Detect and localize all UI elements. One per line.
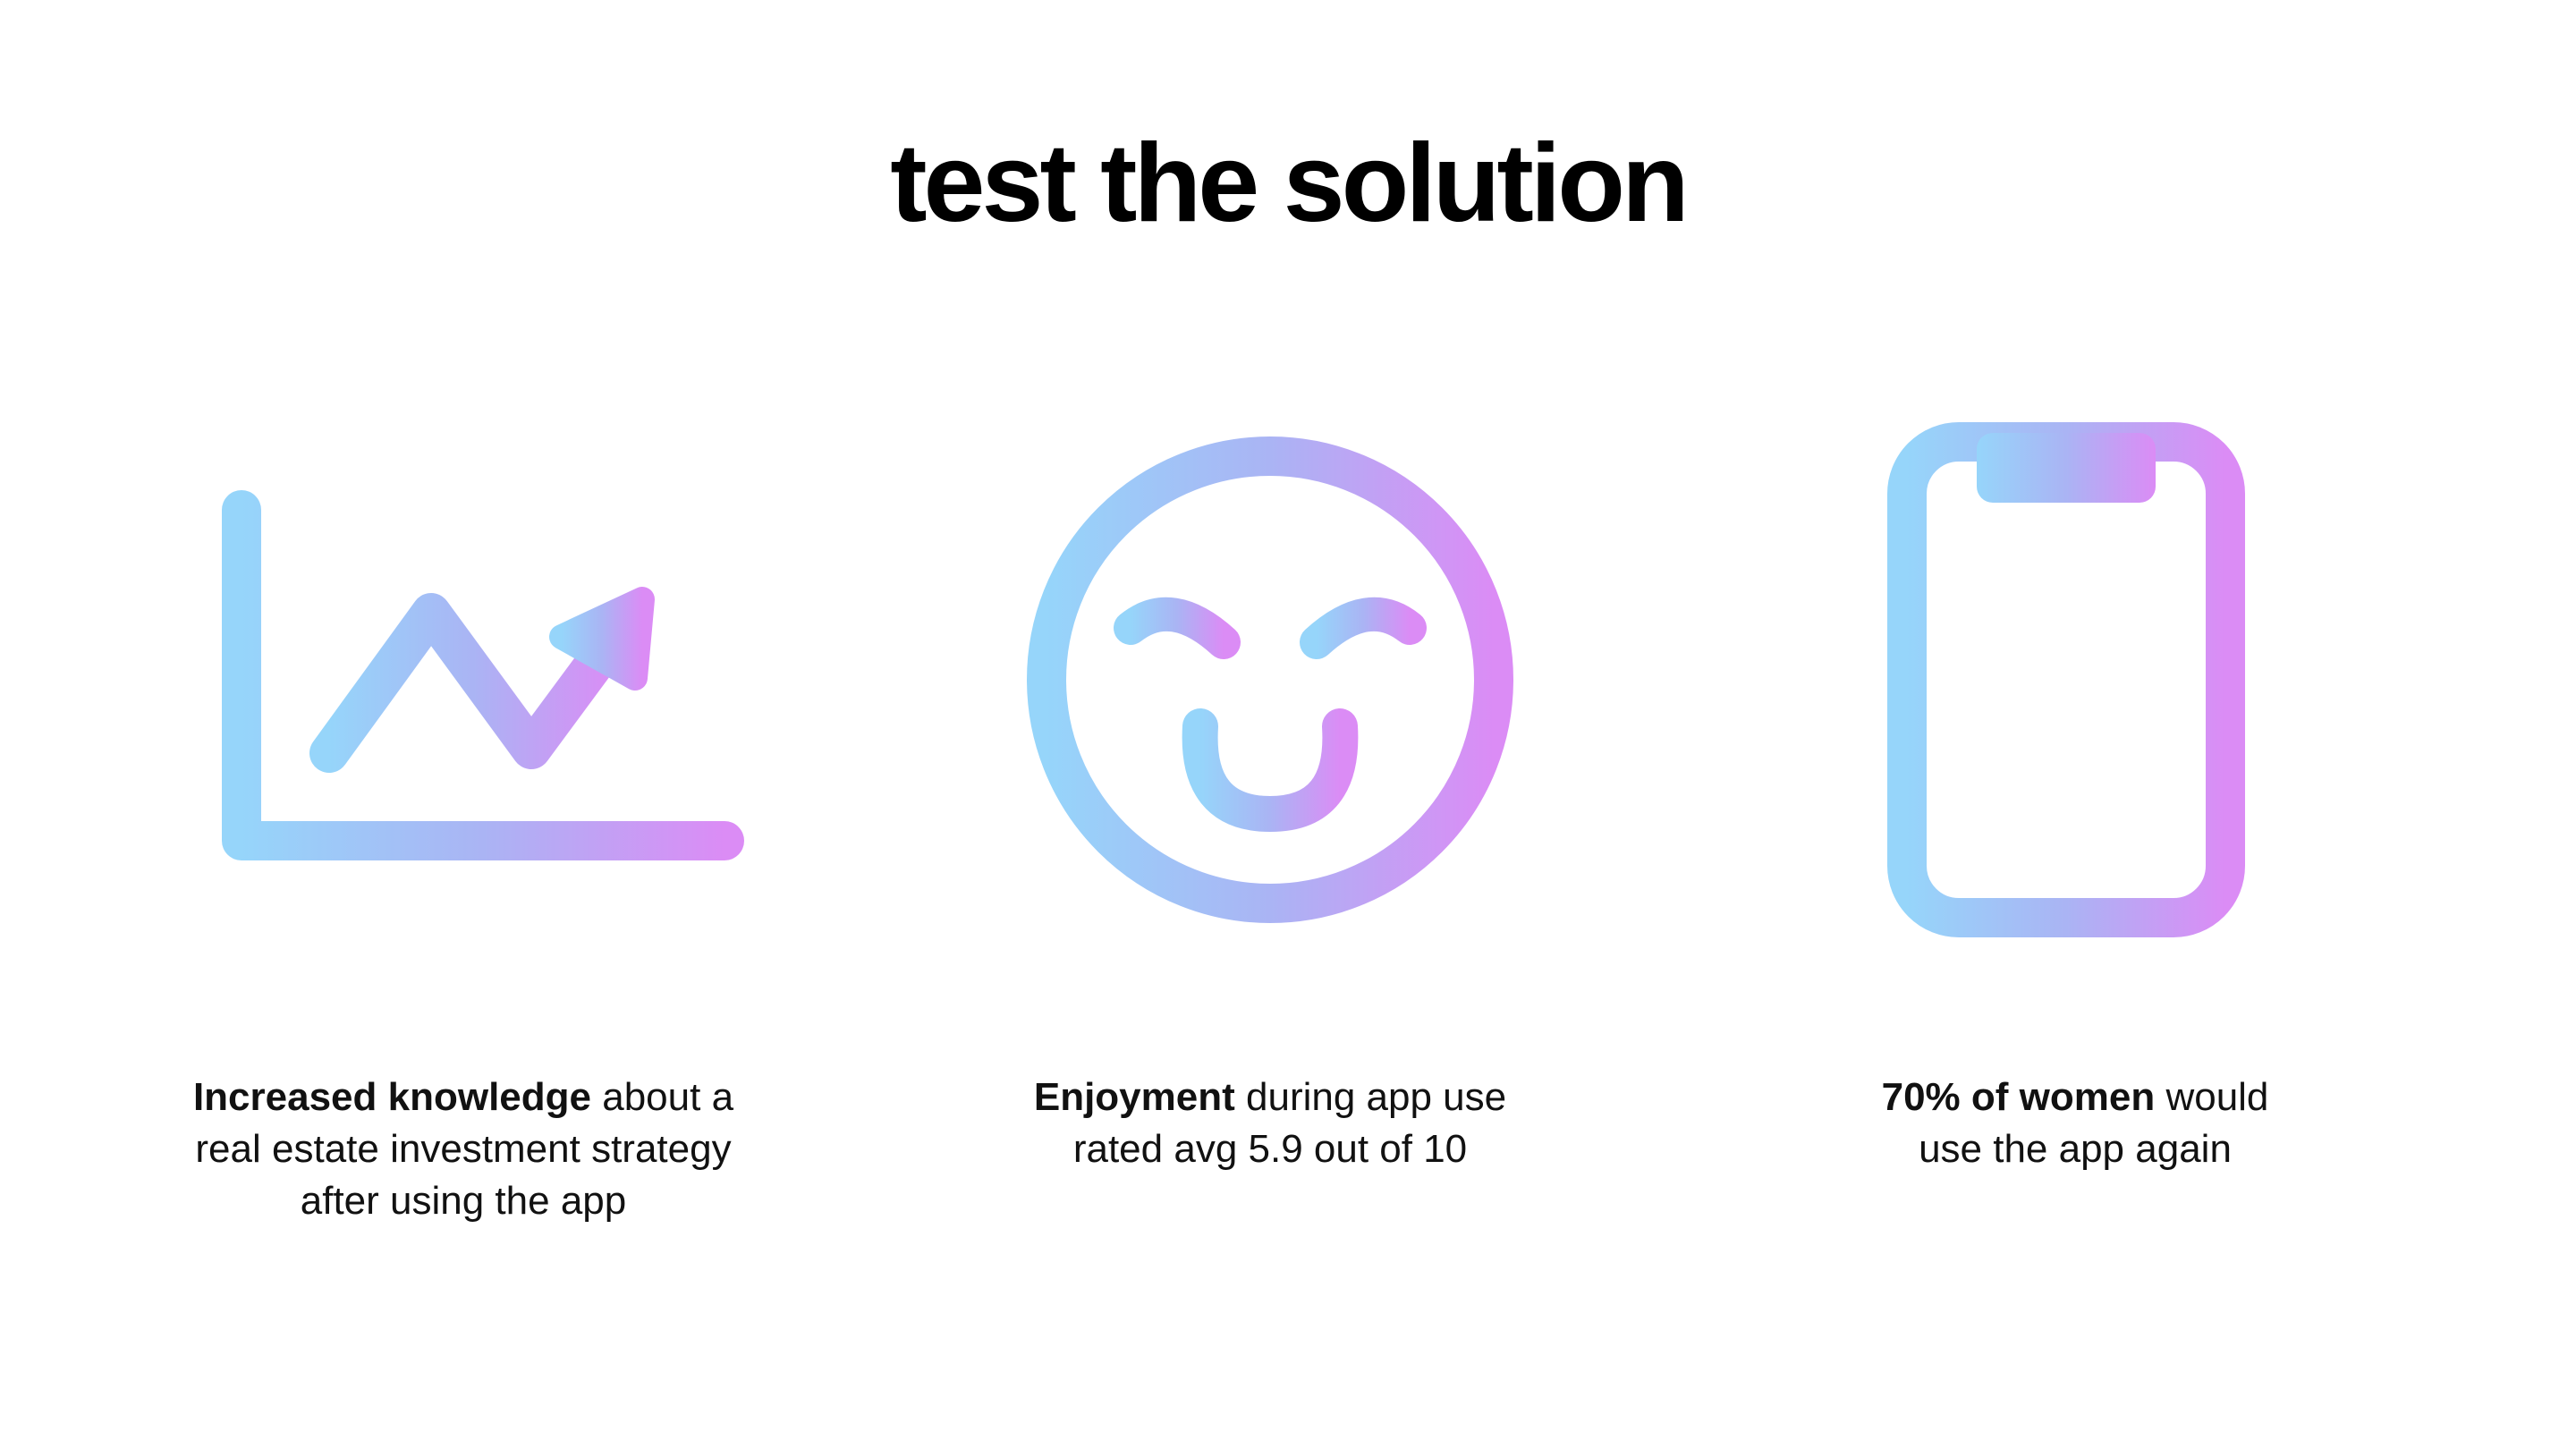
finding-reuse-caption: 70% of women would use the app again (1708, 1072, 2442, 1175)
page-title: test the solution (890, 122, 1690, 245)
line-chart-trending-up-icon (222, 490, 744, 860)
smartphone-icon (1887, 422, 2245, 937)
finding-enjoyment-caption: Enjoyment during app use rated avg 5.9 o… (903, 1072, 1637, 1175)
smiling-face-icon (1027, 436, 1513, 923)
finding-enjoyment-emphasis: Enjoyment (1033, 1075, 1235, 1119)
finding-reuse-emphasis: 70% of women (1881, 1075, 2156, 1119)
finding-knowledge-emphasis: Increased knowledge (192, 1075, 592, 1119)
finding-knowledge-caption: Increased knowledge about a real estate … (97, 1072, 830, 1227)
